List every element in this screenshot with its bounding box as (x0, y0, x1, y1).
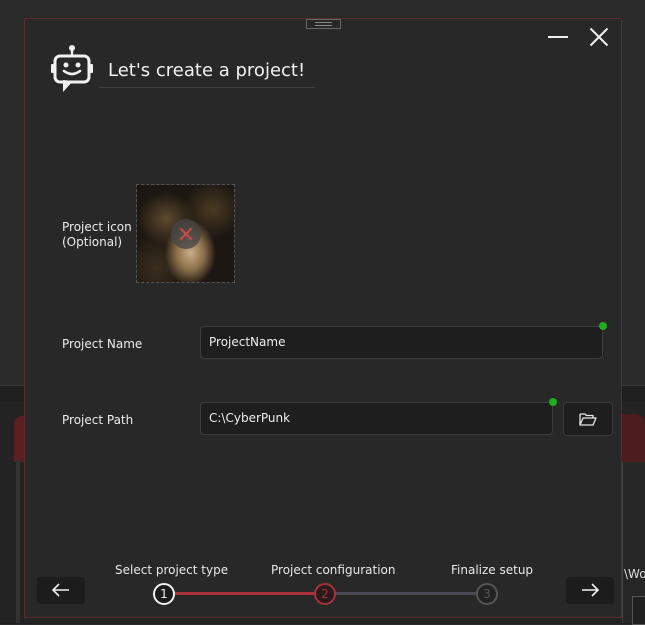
project-name-input[interactable]: ProjectName (200, 326, 603, 359)
remove-icon[interactable] (171, 219, 201, 249)
project-name-label: Project Name (62, 337, 143, 351)
step-progress-line-pending (336, 592, 476, 595)
project-icon-label-line1: Project icon (62, 220, 132, 234)
back-button[interactable] (37, 577, 85, 604)
project-path-input[interactable]: C:\CyberPunk (200, 402, 553, 435)
step-3-label: Finalize setup (451, 563, 534, 577)
dialog-title: Let's create a project! (99, 60, 316, 88)
background-path-text: \Wo (624, 567, 645, 581)
browse-folder-button[interactable] (563, 402, 613, 436)
path-valid-indicator (549, 398, 557, 406)
folder-open-icon (579, 413, 597, 426)
create-project-dialog (24, 18, 622, 618)
arrow-left-icon (51, 583, 69, 597)
background-accent-right (622, 414, 645, 462)
minimize-icon (548, 36, 568, 38)
project-icon-picker[interactable] (136, 184, 235, 283)
arrow-right-icon (582, 583, 600, 597)
background-divider (16, 460, 20, 623)
step-2-indicator[interactable]: 2 (314, 583, 336, 605)
step-1-indicator[interactable]: 1 (153, 583, 175, 605)
step-3-indicator[interactable]: 3 (476, 583, 498, 605)
project-icon-label: Project icon (Optional) (62, 220, 132, 250)
drag-grip-icon[interactable] (306, 19, 341, 29)
close-button[interactable] (587, 25, 611, 49)
background-input (632, 596, 645, 625)
step-2-label: Project configuration (271, 563, 396, 577)
step-progress-line-done (174, 592, 314, 595)
name-valid-indicator (599, 322, 607, 330)
project-path-label: Project Path (62, 413, 134, 427)
robot-chat-icon (51, 45, 93, 92)
step-1-label: Select project type (115, 563, 229, 577)
project-icon-label-line2: (Optional) (62, 235, 123, 249)
next-button[interactable] (566, 577, 614, 604)
minimize-button[interactable] (546, 25, 570, 49)
